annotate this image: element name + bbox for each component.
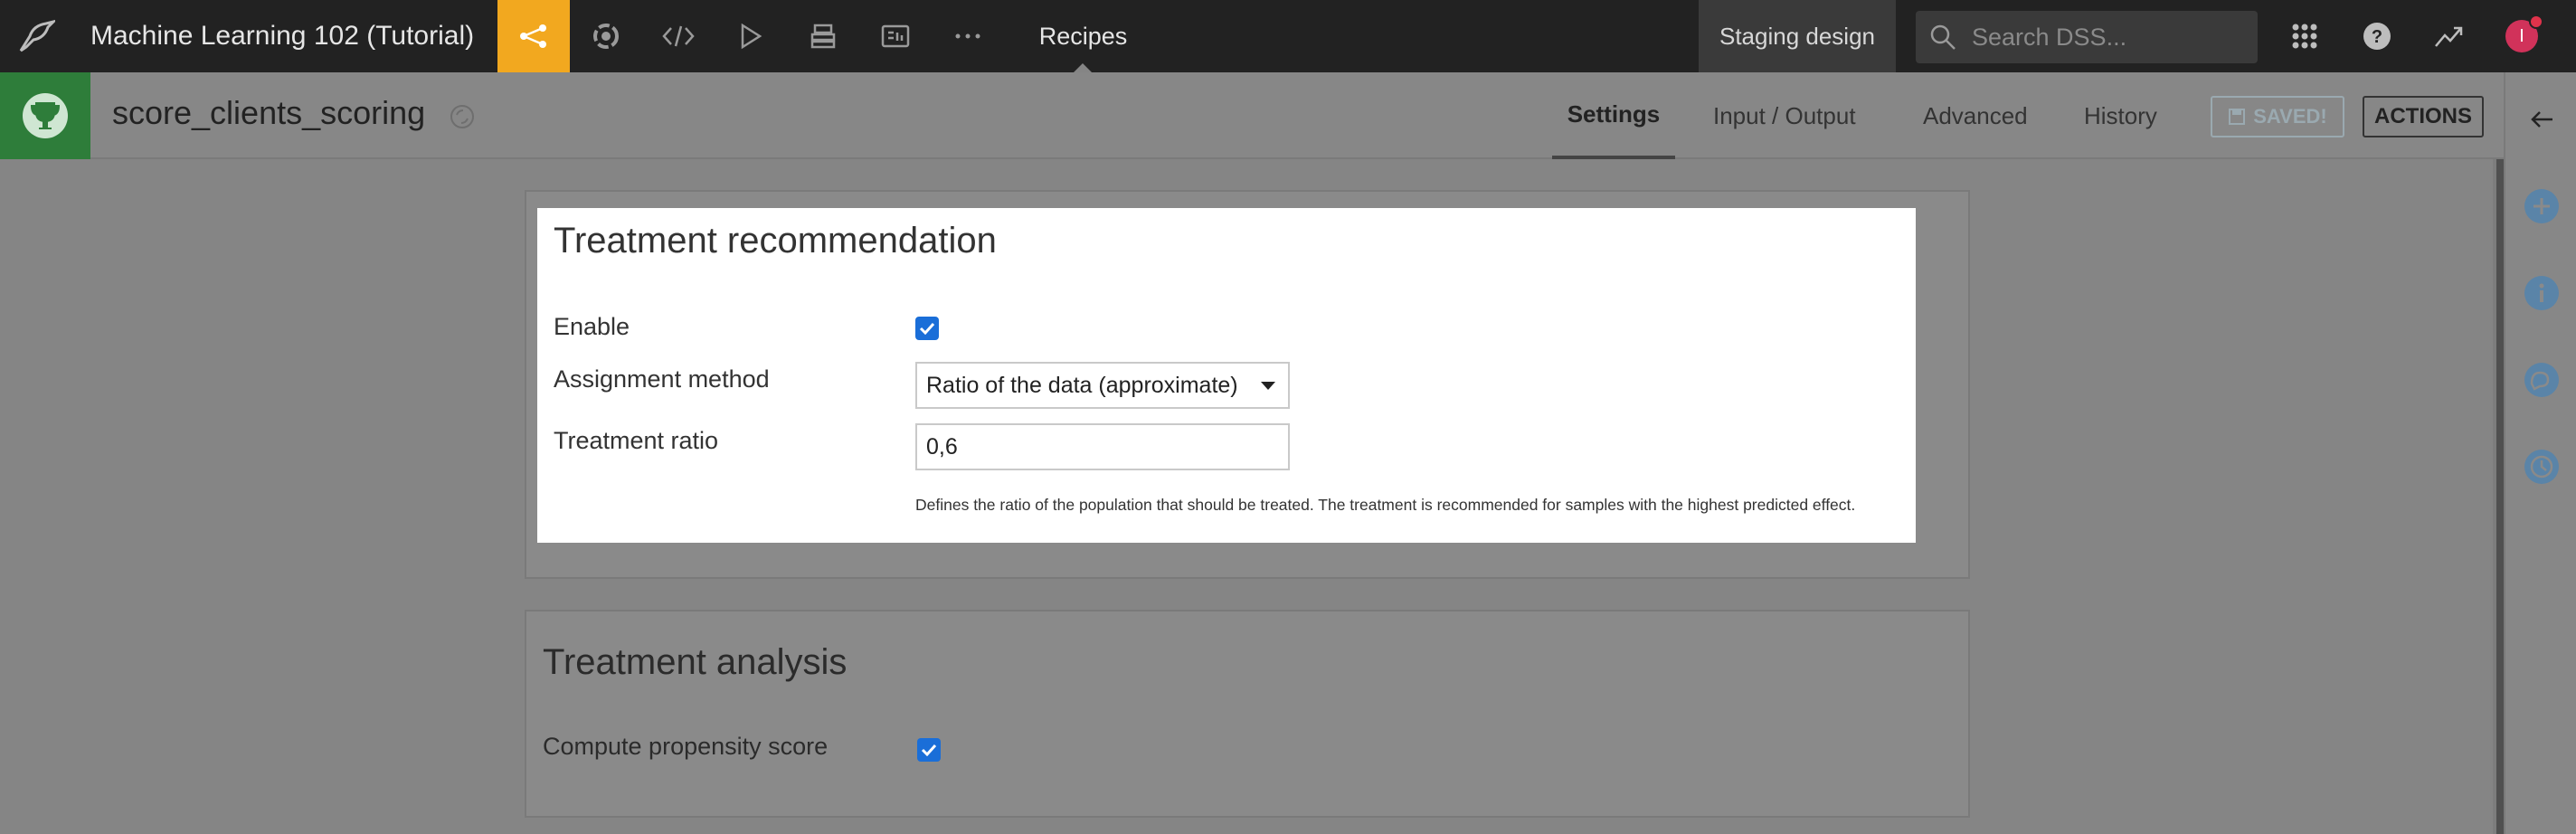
treatment-ratio-label: Treatment ratio bbox=[554, 427, 719, 454]
propensity-score-label: Compute propensity score bbox=[543, 733, 829, 760]
timeline-icon[interactable] bbox=[2505, 431, 2576, 503]
treatment-ratio-help: Defines the ratio of the population that… bbox=[915, 496, 1856, 514]
top-navbar: Machine Learning 102 (Tutorial) Recipes … bbox=[0, 0, 2576, 72]
actions-button[interactable]: ACTIONS bbox=[2363, 96, 2484, 137]
nav-recipes-label: Recipes bbox=[1038, 22, 1128, 50]
assignment-method-label: Assignment method bbox=[554, 365, 770, 393]
sync-icon[interactable] bbox=[449, 103, 476, 135]
apps-grid-icon[interactable] bbox=[2268, 0, 2341, 72]
treatment-analysis-card: Treatment analysis Compute propensity sc… bbox=[525, 610, 1970, 818]
tab-settings[interactable]: Settings bbox=[1552, 72, 1675, 159]
scrollbar-thumb[interactable] bbox=[2496, 159, 2504, 834]
recycle-icon[interactable] bbox=[570, 0, 642, 72]
tab-advanced[interactable]: Advanced bbox=[1923, 72, 2028, 159]
section-title: Treatment analysis bbox=[543, 642, 848, 682]
check-icon bbox=[921, 744, 937, 756]
notification-badge bbox=[2529, 14, 2543, 29]
add-icon[interactable] bbox=[2505, 170, 2576, 242]
active-caret bbox=[1074, 63, 1092, 72]
flow-icon[interactable] bbox=[497, 0, 570, 72]
save-icon bbox=[2229, 109, 2246, 125]
recipe-name[interactable]: score_clients_scoring bbox=[112, 94, 425, 132]
more-icon[interactable] bbox=[932, 0, 1004, 72]
dss-logo-icon[interactable] bbox=[0, 0, 72, 72]
run-icon[interactable] bbox=[715, 0, 787, 72]
avatar[interactable]: I bbox=[2505, 14, 2543, 52]
treatment-recommendation-card: Treatment recommendation Enable Assignme… bbox=[537, 208, 1916, 543]
recipe-header: score_clients_scoring Settings Input / O… bbox=[0, 72, 2504, 159]
dropdown-arrow-icon bbox=[1261, 382, 1275, 390]
enable-checkbox[interactable] bbox=[915, 317, 939, 340]
treatment-ratio-input[interactable] bbox=[915, 423, 1290, 470]
check-icon bbox=[919, 322, 935, 335]
right-sidebar bbox=[2504, 72, 2576, 834]
saved-label: SAVED! bbox=[2253, 105, 2327, 128]
propensity-score-checkbox[interactable] bbox=[917, 738, 941, 762]
svg-text:?: ? bbox=[2372, 27, 2382, 47]
tab-input-output[interactable]: Input / Output bbox=[1713, 72, 1856, 159]
enable-label: Enable bbox=[554, 313, 630, 340]
info-icon[interactable] bbox=[2505, 257, 2576, 329]
trophy-icon bbox=[0, 72, 90, 159]
code-icon[interactable] bbox=[642, 0, 715, 72]
trend-icon[interactable] bbox=[2413, 0, 2486, 72]
collapse-arrow-icon[interactable] bbox=[2505, 83, 2576, 156]
discussion-icon[interactable] bbox=[2505, 344, 2576, 416]
staging-design-button[interactable]: Staging design bbox=[1699, 0, 1896, 72]
help-icon[interactable]: ? bbox=[2341, 0, 2413, 72]
search-box bbox=[1916, 11, 2258, 63]
nav-recipes[interactable]: Recipes bbox=[1004, 0, 1162, 72]
search-input[interactable] bbox=[1972, 23, 2243, 52]
dashboard-icon[interactable] bbox=[859, 0, 932, 72]
search-icon bbox=[1930, 24, 1956, 50]
assignment-method-value: Ratio of the data (approximate) bbox=[926, 372, 1238, 398]
assignment-method-select[interactable]: Ratio of the data (approximate) bbox=[915, 362, 1290, 409]
project-title[interactable]: Machine Learning 102 (Tutorial) bbox=[90, 21, 497, 52]
user-menu[interactable]: I bbox=[2486, 0, 2558, 72]
database-icon[interactable] bbox=[787, 0, 859, 72]
tab-history[interactable]: History bbox=[2084, 72, 2157, 159]
avatar-initial: I bbox=[2519, 25, 2524, 46]
section-title: Treatment recommendation bbox=[554, 221, 997, 261]
saved-button[interactable]: SAVED! bbox=[2211, 96, 2344, 137]
